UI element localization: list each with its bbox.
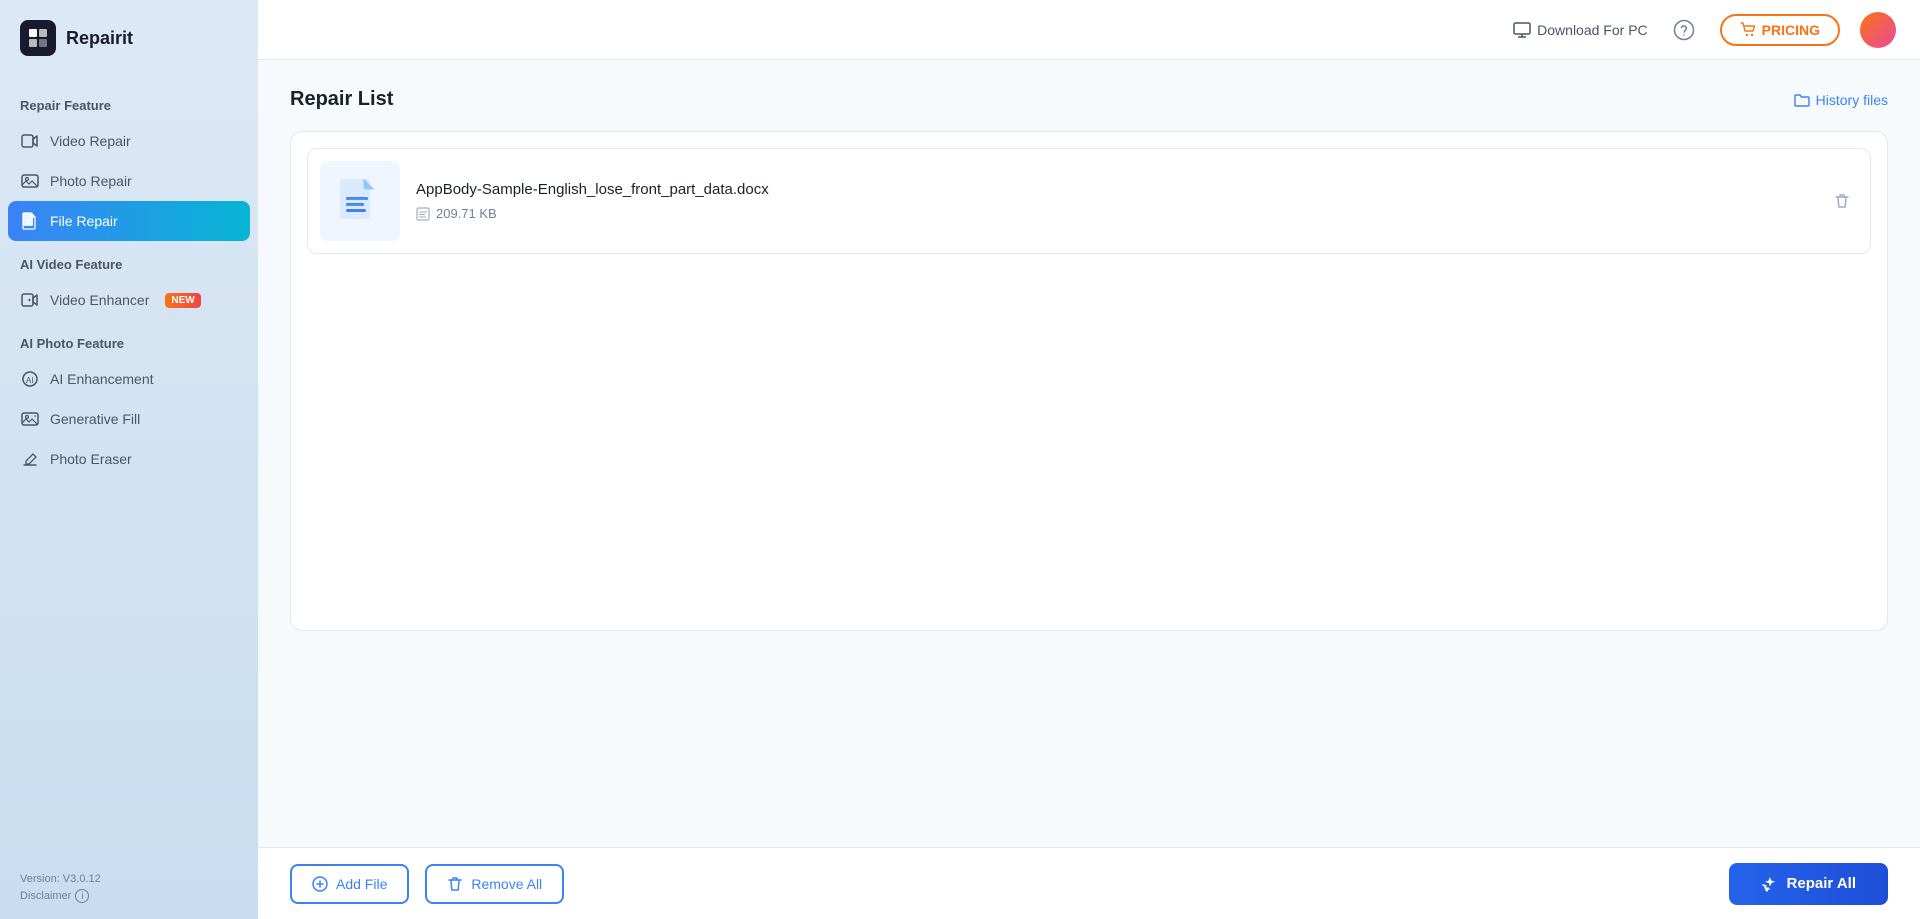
pricing-label: PRICING: [1762, 22, 1820, 38]
sidebar-item-label-photo-eraser: Photo Eraser: [50, 451, 132, 467]
delete-file-button[interactable]: [1826, 185, 1858, 217]
sidebar-item-photo-eraser[interactable]: Photo Eraser: [0, 439, 258, 479]
bottom-bar: Add File Remove All Repair All: [258, 847, 1920, 919]
history-label: History files: [1816, 92, 1888, 108]
cart-icon: [1740, 22, 1756, 38]
sidebar-item-label-photo-repair: Photo Repair: [50, 173, 132, 189]
sidebar-item-label-generative-fill: Generative Fill: [50, 411, 140, 427]
docx-icon: [336, 177, 384, 225]
sidebar-item-generative-fill[interactable]: Generative Fill: [0, 399, 258, 439]
help-button[interactable]: [1668, 14, 1700, 46]
user-avatar[interactable]: [1860, 12, 1896, 48]
table-row: AppBody-Sample-English_lose_front_part_d…: [307, 148, 1871, 254]
file-info: AppBody-Sample-English_lose_front_part_d…: [416, 181, 1810, 221]
file-thumbnail: [320, 161, 400, 241]
file-name: AppBody-Sample-English_lose_front_part_d…: [416, 181, 1810, 198]
new-badge: NEW: [165, 293, 200, 308]
remove-all-label: Remove All: [471, 876, 542, 892]
sidebar-item-label-video-repair: Video Repair: [50, 133, 131, 149]
sidebar-item-video-repair[interactable]: Video Repair: [0, 121, 258, 161]
disclaimer-link[interactable]: Disclaimer i: [20, 889, 238, 903]
download-label: Download For PC: [1537, 22, 1648, 38]
main-content: Download For PC PRICING Repair List: [258, 0, 1920, 919]
sidebar-item-label-ai-enhancement: AI Enhancement: [50, 371, 154, 387]
history-files-button[interactable]: History files: [1794, 92, 1888, 108]
file-repair-icon: [20, 211, 40, 231]
download-for-pc-button[interactable]: Download For PC: [1513, 22, 1648, 38]
repair-all-label: Repair All: [1787, 875, 1856, 892]
add-file-label: Add File: [336, 876, 387, 892]
video-enhancer-icon: [20, 290, 40, 310]
content-area: Repair List History files: [258, 60, 1920, 847]
photo-repair-icon: [20, 171, 40, 191]
logo-icon: [20, 20, 56, 56]
app-header: Download For PC PRICING: [258, 0, 1920, 60]
remove-all-button[interactable]: Remove All: [425, 864, 564, 904]
repair-wand-icon: [1761, 875, 1779, 893]
folder-icon: [1794, 92, 1810, 108]
svg-text:AI: AI: [26, 376, 34, 385]
content-header: Repair List History files: [290, 88, 1888, 111]
info-icon: i: [75, 889, 89, 903]
section-title-ai-photo: AI Photo Feature: [0, 320, 258, 359]
sidebar-item-label-video-enhancer: Video Enhancer: [50, 292, 149, 308]
app-name: Repairit: [66, 28, 133, 49]
file-size-icon: [416, 207, 430, 221]
section-title-ai-video: AI Video Feature: [0, 241, 258, 280]
sidebar: Repairit Repair Feature Video Repair: [0, 0, 258, 919]
sidebar-item-photo-repair[interactable]: Photo Repair: [0, 161, 258, 201]
monitor-icon: [1513, 22, 1531, 38]
photo-eraser-icon: [20, 449, 40, 469]
ai-enhancement-icon: AI: [20, 369, 40, 389]
section-title-repair: Repair Feature: [0, 82, 258, 121]
trash-icon: [447, 876, 463, 892]
version-text: Version: V3.0.12: [20, 873, 238, 885]
logo-container: Repairit: [0, 0, 258, 72]
add-file-button[interactable]: Add File: [290, 864, 409, 904]
sidebar-item-ai-enhancement[interactable]: AI AI Enhancement: [0, 359, 258, 399]
pricing-button[interactable]: PRICING: [1720, 14, 1840, 46]
sidebar-item-file-repair[interactable]: File Repair: [8, 201, 250, 241]
file-list-container: AppBody-Sample-English_lose_front_part_d…: [290, 131, 1888, 631]
repair-all-button[interactable]: Repair All: [1729, 863, 1888, 905]
page-title: Repair List: [290, 88, 393, 111]
sidebar-footer: Version: V3.0.12 Disclaimer i: [0, 857, 258, 919]
video-repair-icon: [20, 131, 40, 151]
generative-fill-icon: [20, 409, 40, 429]
sidebar-item-label-file-repair: File Repair: [50, 213, 118, 229]
sidebar-nav: Repair Feature Video Repair Photo Repair: [0, 72, 258, 857]
add-icon: [312, 876, 328, 892]
sidebar-item-video-enhancer[interactable]: Video Enhancer NEW: [0, 280, 258, 320]
file-size: 209.71 KB: [416, 206, 1810, 221]
